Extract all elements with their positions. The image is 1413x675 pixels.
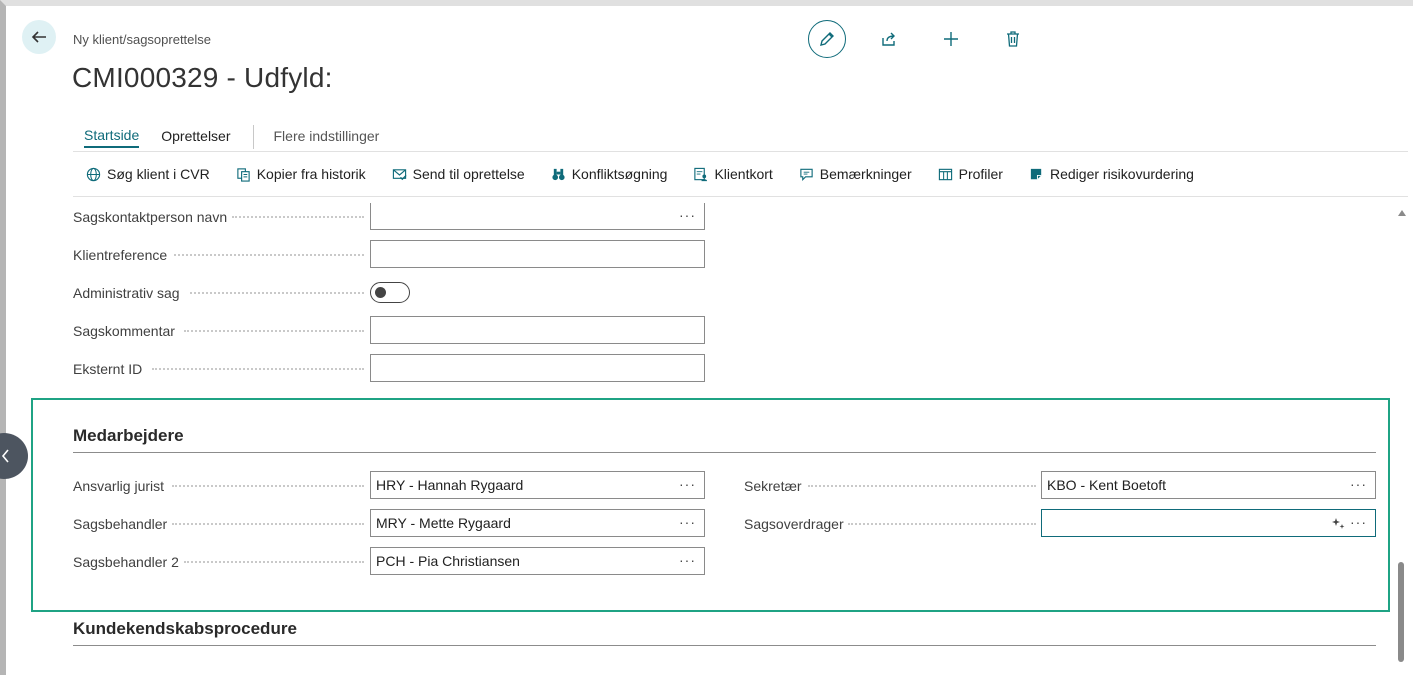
action-label: Rediger risikovurdering bbox=[1049, 166, 1194, 182]
send-to-creation-button[interactable]: Send til oprettelse bbox=[392, 166, 525, 182]
scroll-up-arrow[interactable] bbox=[1398, 210, 1406, 216]
sagsoverdrager-input[interactable]: ··· bbox=[1041, 509, 1376, 537]
toggle-knob bbox=[375, 287, 386, 298]
field-label-sekretaer: Sekretær bbox=[744, 478, 802, 494]
sagsbehandler-input[interactable]: MRY - Mette Rygaard ··· bbox=[370, 509, 705, 537]
leader-dots bbox=[184, 330, 364, 332]
leader-dots bbox=[190, 292, 364, 294]
field-label-sagsbehandler-2: Sagsbehandler 2 bbox=[73, 554, 179, 570]
search-cvr-button[interactable]: Søg klient i CVR bbox=[86, 166, 210, 182]
comment-icon bbox=[800, 168, 813, 181]
field-label-administrativ-sag: Administrativ sag bbox=[73, 285, 180, 301]
action-label: Søg klient i CVR bbox=[107, 166, 210, 182]
binoculars-icon bbox=[552, 168, 565, 180]
lookup-ellipsis-icon[interactable]: ··· bbox=[679, 207, 696, 223]
conflict-search-button[interactable]: Konfliktsøgning bbox=[551, 166, 668, 182]
lookup-ellipsis-icon[interactable]: ··· bbox=[679, 514, 696, 530]
action-label: Profiler bbox=[958, 166, 1003, 182]
profiles-button[interactable]: Profiler bbox=[938, 166, 1003, 182]
copy-history-button[interactable]: Kopier fra historik bbox=[236, 166, 366, 182]
divider bbox=[73, 196, 1408, 197]
page-title: CMI000329 - Udfyld: bbox=[72, 62, 333, 93]
section-title-medarbejdere[interactable]: Medarbejdere bbox=[73, 426, 184, 446]
columns-icon bbox=[938, 168, 952, 180]
section-highlight bbox=[31, 398, 1390, 612]
sagskontaktperson-input[interactable]: ··· bbox=[370, 203, 705, 230]
field-value: PCH - Pia Christiansen bbox=[376, 553, 520, 569]
leader-dots bbox=[172, 485, 364, 487]
section-title-kundekendskab[interactable]: Kundekendskabsprocedure bbox=[73, 619, 297, 639]
field-value: KBO - Kent Boetoft bbox=[1047, 477, 1167, 493]
sparkle-icon[interactable] bbox=[1332, 517, 1345, 530]
section-divider bbox=[73, 452, 1376, 453]
field-label-klientreference: Klientreference bbox=[73, 247, 168, 263]
leader-dots bbox=[232, 216, 364, 218]
action-label: Send til oprettelse bbox=[412, 166, 525, 182]
lookup-ellipsis-icon[interactable]: ··· bbox=[1350, 514, 1367, 530]
document-edit-icon bbox=[1030, 168, 1042, 179]
leader-dots bbox=[152, 368, 364, 370]
chevron-left-icon bbox=[1, 449, 9, 463]
lookup-ellipsis-icon[interactable]: ··· bbox=[679, 552, 696, 568]
action-label: Klientkort bbox=[714, 166, 773, 182]
sagskommentar-input[interactable] bbox=[370, 316, 705, 344]
card-user-icon bbox=[694, 167, 708, 181]
globe-icon bbox=[86, 167, 101, 181]
leader-dots bbox=[808, 485, 1036, 487]
top-actions bbox=[808, 20, 1056, 58]
eksternt-id-input[interactable] bbox=[370, 354, 705, 382]
lookup-ellipsis-icon[interactable]: ··· bbox=[1350, 476, 1367, 492]
action-bar: Søg klient i CVR Kopier fra historik Sen… bbox=[86, 166, 1220, 182]
leader-dots bbox=[184, 561, 364, 563]
field-label-eksternt-id: Eksternt ID bbox=[73, 361, 143, 377]
copy-icon bbox=[237, 167, 250, 182]
administrativ-sag-toggle[interactable] bbox=[370, 282, 410, 303]
scrollbar-thumb[interactable] bbox=[1398, 562, 1404, 662]
tab-startside[interactable]: Startside bbox=[84, 127, 140, 148]
edit-button[interactable] bbox=[808, 20, 846, 58]
edit-risk-assessment-button[interactable]: Rediger risikovurdering bbox=[1029, 166, 1194, 182]
tab-oprettelser[interactable]: Oprettelser bbox=[161, 128, 230, 147]
section-divider bbox=[73, 645, 1376, 646]
comments-button[interactable]: Bemærkninger bbox=[799, 166, 912, 182]
field-label-sagskontaktperson: Sagskontaktperson navn bbox=[73, 209, 228, 225]
field-value: HRY - Hannah Rygaard bbox=[376, 477, 524, 493]
share-icon bbox=[882, 32, 895, 46]
lookup-ellipsis-icon[interactable]: ··· bbox=[679, 476, 696, 492]
sekretaer-input[interactable]: KBO - Kent Boetoft ··· bbox=[1041, 471, 1376, 499]
tab-bar: Startside Oprettelser Flere indstillinge… bbox=[84, 125, 401, 149]
trash-icon bbox=[1007, 31, 1019, 47]
leader-dots bbox=[848, 523, 1036, 525]
delete-button[interactable] bbox=[994, 20, 1032, 58]
arrow-left-icon bbox=[31, 31, 46, 43]
side-panel-button[interactable] bbox=[0, 433, 28, 479]
breadcrumb: Ny klient/sagsoprettelse bbox=[73, 32, 212, 47]
pencil-icon bbox=[820, 32, 834, 46]
leader-dots bbox=[172, 523, 364, 525]
sagsbehandler-2-input[interactable]: PCH - Pia Christiansen ··· bbox=[370, 547, 705, 575]
action-label: Kopier fra historik bbox=[256, 166, 366, 182]
klientreference-input[interactable] bbox=[370, 240, 705, 268]
send-mail-icon bbox=[392, 168, 407, 180]
divider bbox=[73, 151, 1408, 152]
field-label-sagsbehandler: Sagsbehandler bbox=[73, 516, 168, 532]
client-card-button[interactable]: Klientkort bbox=[693, 166, 773, 182]
field-label-ansvarlig-jurist: Ansvarlig jurist bbox=[73, 478, 165, 494]
field-label-sagsoverdrager: Sagsoverdrager bbox=[744, 516, 844, 532]
tab-separator bbox=[252, 125, 254, 149]
field-label-sagskommentar: Sagskommentar bbox=[73, 323, 175, 339]
leader-dots bbox=[174, 254, 364, 256]
ansvarlig-jurist-input[interactable]: HRY - Hannah Rygaard ··· bbox=[370, 471, 705, 499]
new-button[interactable] bbox=[932, 20, 970, 58]
share-button[interactable] bbox=[870, 20, 908, 58]
action-label: Bemærkninger bbox=[819, 166, 912, 182]
tab-flere-indstillinger[interactable]: Flere indstillinger bbox=[274, 128, 380, 147]
back-button[interactable] bbox=[22, 20, 56, 54]
plus-icon bbox=[944, 32, 958, 46]
action-label: Konfliktsøgning bbox=[571, 166, 668, 182]
field-value: MRY - Mette Rygaard bbox=[376, 515, 511, 531]
